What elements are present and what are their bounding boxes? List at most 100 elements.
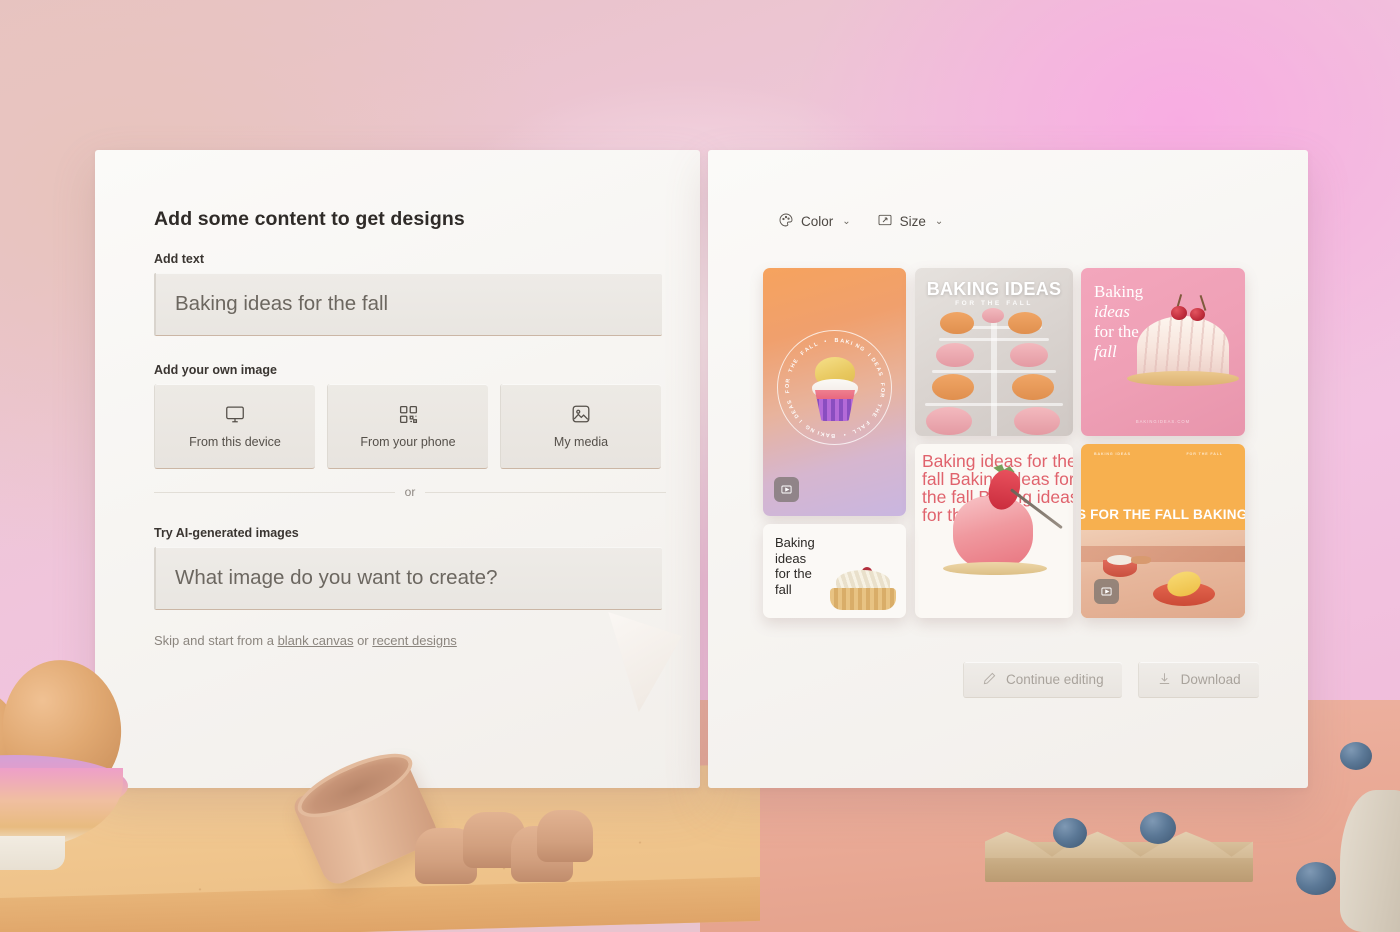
dessert-plate [943,562,1047,575]
cupcake-illustration [810,357,860,421]
download-label: Download [1180,672,1241,687]
dome-cake-illustration [1137,316,1229,378]
design-text-block: Baking ideas for the fall [775,535,815,597]
chevron-down-icon: ⌄ [934,216,944,227]
tart-illustration [830,567,896,610]
ring-text-char: A [824,430,830,438]
my-media-button[interactable]: My media [500,384,661,469]
image-icon [570,403,592,425]
pastry-icon [1131,556,1151,564]
ring-text-char [877,397,883,400]
size-filter-button[interactable]: Size ⌄ [877,212,944,231]
design-headline: BAKING IDEAS [926,279,1062,299]
ring-text-char: O [784,382,791,388]
skip-hint-prefix: Skip and start from a [154,633,278,648]
ring-text-char [786,374,792,377]
video-badge-icon [1094,579,1119,604]
page-title: Add some content to get designs [154,208,465,230]
design-line-1: Baking [775,535,815,550]
design-line-4: fall [1094,341,1117,361]
design-card-macaron-tower[interactable]: BAKING IDEAS FOR THE FALL [915,268,1073,436]
upload-options-row: From this device From your phone My medi… [154,384,666,469]
size-filter-label: Size [899,214,926,229]
design-line-2: ideas [1094,301,1130,321]
divider-line-left [154,491,395,493]
designs-preview-panel: Color ⌄ Size ⌄ BAKING IDEAS FOR THE FALL… [708,150,1308,788]
qr-code-icon [398,404,419,425]
design-card-pink-dome[interactable]: Baking ideas for the fall BAKINGIDEAS.CO… [1081,268,1245,436]
monitor-icon [224,403,246,425]
design-subheadline: FOR THE FALL [955,300,1033,307]
blueberry-prop [1140,812,1176,844]
skip-hint: Skip and start from a blank canvas or re… [154,633,666,648]
add-image-label: Add your own image [154,363,277,377]
flower-cookie-cutter-prop [415,810,593,884]
pencil-icon [982,671,997,689]
ring-text-char: F [878,381,885,387]
design-actions: Continue editing Download [963,662,1259,698]
design-line-3: for the [775,566,812,582]
upload-from-device-button[interactable]: From this device [154,384,315,469]
skip-hint-middle: or [353,633,373,648]
design-card-cupcake-gradient[interactable]: BAKING IDEAS FOR THE FALL • BAKING IDEAS… [763,268,906,516]
design-toolbar: Color ⌄ Size ⌄ [778,212,943,231]
add-text-input[interactable]: Baking ideas for the fall [154,273,662,336]
ring-text-char: A [839,337,845,345]
wavy-wood-block-prop [985,828,1253,884]
bowl-foot [0,836,65,870]
continue-editing-label: Continue editing [1006,672,1104,687]
or-divider: or [154,485,667,499]
or-label: or [404,485,416,499]
ring-text-char: O [878,387,885,393]
design-mini-text-left: BAKING IDEAS [1094,452,1131,456]
blueberry-prop [1340,742,1372,770]
design-card-white-tart[interactable]: Baking ideas for the fall [763,524,906,618]
design-line-1: Baking [1094,282,1144,301]
ring-text-char [785,395,791,398]
design-line-2: ideas [775,550,807,566]
design-line-3: for the [1094,321,1139,341]
download-icon [1157,671,1172,689]
upload-from-phone-button[interactable]: From your phone [327,384,488,469]
recent-designs-link[interactable]: recent designs [372,633,457,648]
my-media-label: My media [553,435,609,449]
cherry-icon [1190,308,1205,321]
download-button[interactable]: Download [1137,662,1259,698]
design-marquee-text: AS FOR THE FALL BAKING IDE [1081,507,1245,522]
table-photo-illustration [1081,530,1245,618]
divider-line-right [425,491,667,493]
ring-text-char: • [841,430,846,437]
cherry-icon [1171,306,1187,320]
color-filter-button[interactable]: Color ⌄ [778,212,851,231]
upload-from-device-label: From this device [189,435,281,449]
continue-editing-button[interactable]: Continue editing [963,662,1122,698]
macaron-tower-illustration [924,308,1064,436]
egg-bowl-prop [0,654,185,870]
resize-icon [877,212,893,231]
blueberry-prop [1296,862,1336,895]
blank-canvas-link[interactable]: blank canvas [278,633,354,648]
cake-base [1127,371,1239,386]
add-text-label: Add text [154,252,204,266]
design-line-4: fall [775,581,792,597]
design-mini-text-right: FOR THE FALL [1186,452,1223,456]
design-text-block: Baking ideas for the fall [1094,282,1143,362]
ai-images-label: Try AI-generated images [154,526,299,540]
ai-prompt-input[interactable]: What image do you want to create? [154,547,662,610]
video-badge-icon [774,477,799,502]
upload-from-phone-label: From your phone [360,434,456,449]
chevron-down-icon: ⌄ [842,216,851,227]
design-caption: BAKINGIDEAS.COM [1135,419,1191,424]
ring-text-char: R [784,377,792,383]
design-card-strawberry-repeat[interactable]: Baking ideas for the fall Baking ideas f… [915,444,1073,618]
ring-text-char [837,431,840,437]
ring-text-char: I [865,352,872,358]
design-results-grid: BAKING IDEAS FOR THE FALL • BAKING IDEAS… [763,268,1253,618]
blueberry-prop [1053,818,1087,848]
ring-text-char: • [823,338,828,345]
ring-text-char: B [834,337,839,344]
ring-text-char [829,338,832,344]
design-card-orange-marquee[interactable]: BAKING IDEAS FOR THE FALL AS FOR THE FAL… [1081,444,1245,618]
ring-text-char: I [797,417,804,423]
mousse-dessert-illustration [953,496,1033,570]
